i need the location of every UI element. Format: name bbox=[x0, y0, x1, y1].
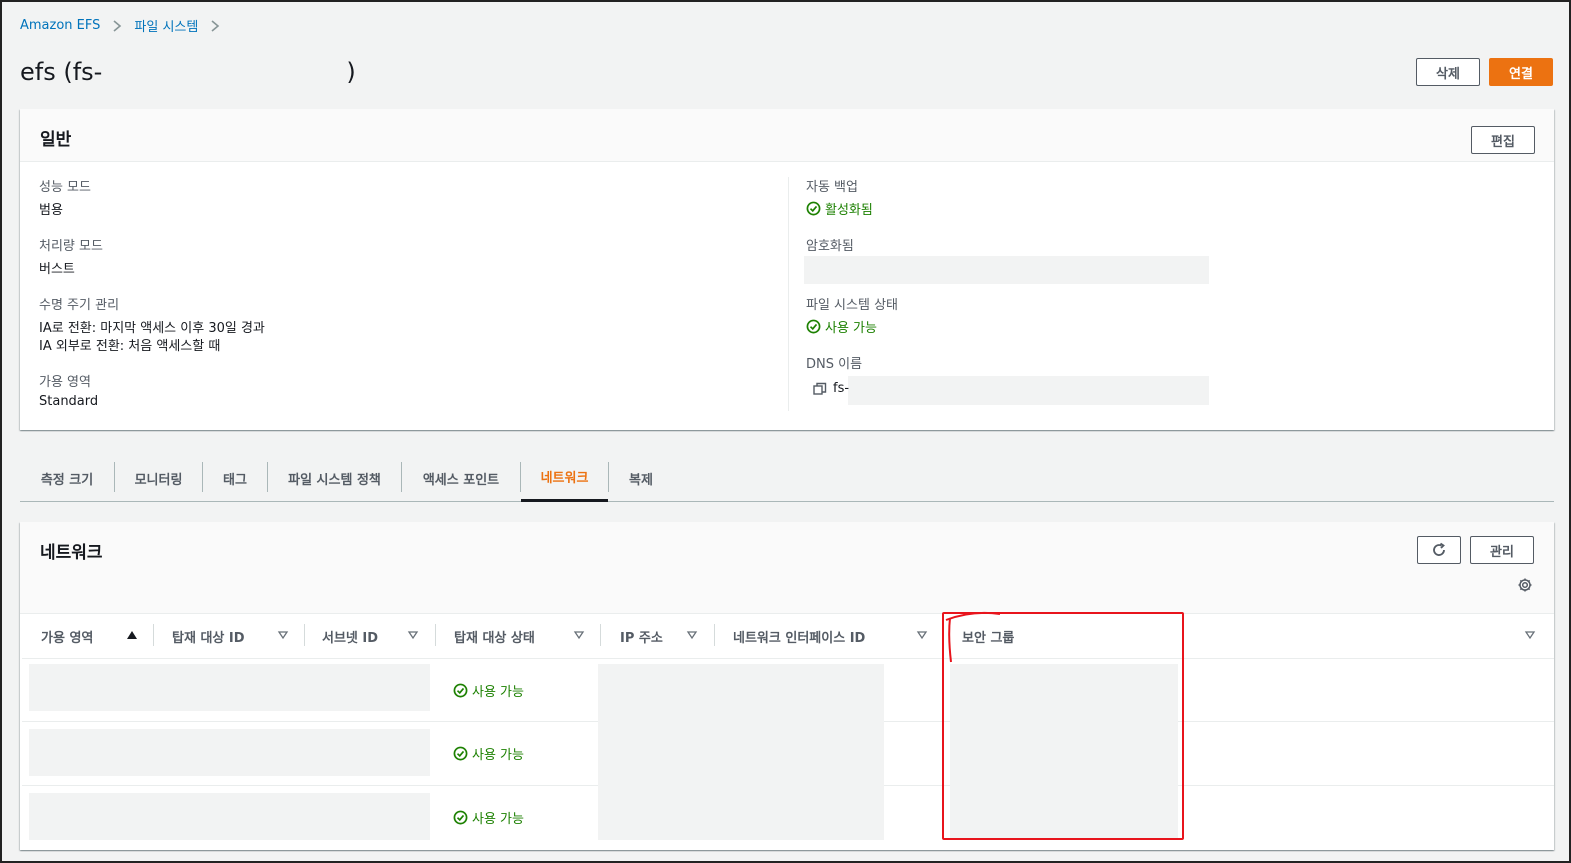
chevron-right-icon bbox=[108, 17, 126, 35]
refresh-icon bbox=[1433, 542, 1445, 556]
sort-icon[interactable] bbox=[406, 628, 420, 642]
availability-zone-value: Standard bbox=[39, 394, 99, 409]
breadcrumb-file-systems[interactable]: 파일 시스템 bbox=[134, 16, 198, 35]
lifecycle-value-out-of-ia: IA 외부로 전환: 처음 액세스할 때 bbox=[39, 339, 221, 354]
manage-button[interactable]: 관리 bbox=[1470, 536, 1534, 564]
file-system-state-status: 사용 가능 bbox=[806, 317, 877, 336]
tab-monitoring[interactable]: 모니터링 bbox=[115, 454, 202, 502]
table-row-2-status: 사용 가능 bbox=[453, 808, 524, 827]
lifecycle-label: 수명 주기 관리 bbox=[39, 298, 120, 313]
table-header-bottom-border bbox=[22, 658, 1554, 659]
tab-network[interactable]: 네트워크 bbox=[521, 454, 608, 502]
check-circle-icon bbox=[453, 810, 468, 825]
network-panel-header bbox=[20, 522, 1554, 614]
throughput-mode-value: 버스트 bbox=[39, 262, 75, 277]
column-separator bbox=[600, 624, 601, 646]
throughput-mode-label: 처리량 모드 bbox=[39, 239, 103, 254]
table-row-2-redacted-ids bbox=[29, 793, 430, 840]
column-divider bbox=[788, 177, 789, 411]
lifecycle-value-ia: IA로 전환: 마지막 액세스 이후 30일 경과 bbox=[39, 321, 265, 336]
table-redacted-ip-and-eni bbox=[598, 664, 884, 840]
sort-icon[interactable] bbox=[915, 628, 929, 642]
column-separator bbox=[714, 624, 715, 646]
column-header-availability-zone[interactable]: 가용 영역 bbox=[41, 614, 93, 658]
table-row-1-redacted-ids bbox=[29, 729, 430, 776]
performance-mode-label: 성능 모드 bbox=[39, 180, 91, 195]
table-row-1-status: 사용 가능 bbox=[453, 744, 524, 763]
column-header-ip-address[interactable]: IP 주소 bbox=[620, 614, 663, 658]
sort-icon[interactable] bbox=[572, 628, 586, 642]
general-panel-title: 일반 bbox=[40, 130, 72, 150]
encrypted-label: 암호화됨 bbox=[806, 239, 854, 254]
edit-button[interactable]: 편집 bbox=[1471, 126, 1535, 154]
sort-icon[interactable] bbox=[1523, 628, 1537, 642]
table-row-0-status: 사용 가능 bbox=[453, 681, 524, 700]
network-panel-title: 네트워크 bbox=[40, 543, 103, 563]
column-header-network-interface-id[interactable]: 네트워크 인터페이스 ID bbox=[733, 614, 865, 658]
encrypted-value-redacted bbox=[804, 256, 1209, 284]
auto-backup-status: 활성화됨 bbox=[806, 199, 873, 218]
tab-replication[interactable]: 복제 bbox=[609, 454, 673, 502]
check-circle-icon bbox=[453, 683, 468, 698]
check-circle-icon bbox=[806, 319, 821, 334]
availability-zone-label: 가용 영역 bbox=[39, 375, 91, 390]
tab-metered-size[interactable]: 측정 크기 bbox=[20, 454, 114, 502]
breadcrumb-amazon-efs[interactable]: Amazon EFS bbox=[20, 18, 100, 33]
general-panel: 일반 편집 성능 모드 범용 처리량 모드 버스트 수명 주기 관리 IA로 전… bbox=[20, 109, 1554, 430]
column-header-mount-target-state[interactable]: 탑재 대상 상태 bbox=[454, 614, 535, 658]
delete-button[interactable]: 삭제 bbox=[1416, 58, 1480, 86]
dns-name-redacted bbox=[848, 376, 1209, 405]
file-system-state-label: 파일 시스템 상태 bbox=[806, 298, 898, 313]
tab-tags[interactable]: 태그 bbox=[203, 454, 267, 502]
page-title: efs (fs-) bbox=[20, 58, 356, 86]
connect-button[interactable]: 연결 bbox=[1489, 58, 1553, 86]
column-header-mount-target-id[interactable]: 탑재 대상 ID bbox=[172, 614, 245, 658]
sort-icon[interactable] bbox=[685, 628, 699, 642]
gear-icon[interactable] bbox=[1517, 577, 1533, 593]
column-separator bbox=[153, 624, 154, 646]
chevron-right-icon bbox=[206, 17, 224, 35]
tab-bar: 측정 크기 모니터링 태그 파일 시스템 정책 액세스 포인트 네트워크 복제 bbox=[20, 454, 1554, 502]
sort-ascending-icon[interactable] bbox=[125, 628, 139, 642]
sort-icon[interactable] bbox=[276, 628, 290, 642]
auto-backup-label: 자동 백업 bbox=[806, 180, 858, 195]
check-circle-icon bbox=[806, 201, 821, 216]
dns-name-label: DNS 이름 bbox=[806, 357, 863, 372]
tab-access-points[interactable]: 액세스 포인트 bbox=[402, 454, 520, 502]
column-separator bbox=[304, 624, 305, 646]
annotation-stroke bbox=[945, 611, 1001, 663]
refresh-button[interactable] bbox=[1417, 536, 1461, 564]
table-row-0-redacted-ids bbox=[29, 664, 430, 711]
dns-name-value: fs- bbox=[833, 381, 850, 396]
copy-icon[interactable] bbox=[813, 382, 827, 396]
column-header-subnet-id[interactable]: 서브넷 ID bbox=[322, 614, 378, 658]
column-separator bbox=[435, 624, 436, 646]
tab-file-system-policy[interactable]: 파일 시스템 정책 bbox=[268, 454, 401, 502]
performance-mode-value: 범용 bbox=[39, 203, 63, 218]
check-circle-icon bbox=[453, 746, 468, 761]
breadcrumb: Amazon EFS 파일 시스템 bbox=[20, 16, 232, 35]
general-panel-header bbox=[20, 109, 1554, 162]
